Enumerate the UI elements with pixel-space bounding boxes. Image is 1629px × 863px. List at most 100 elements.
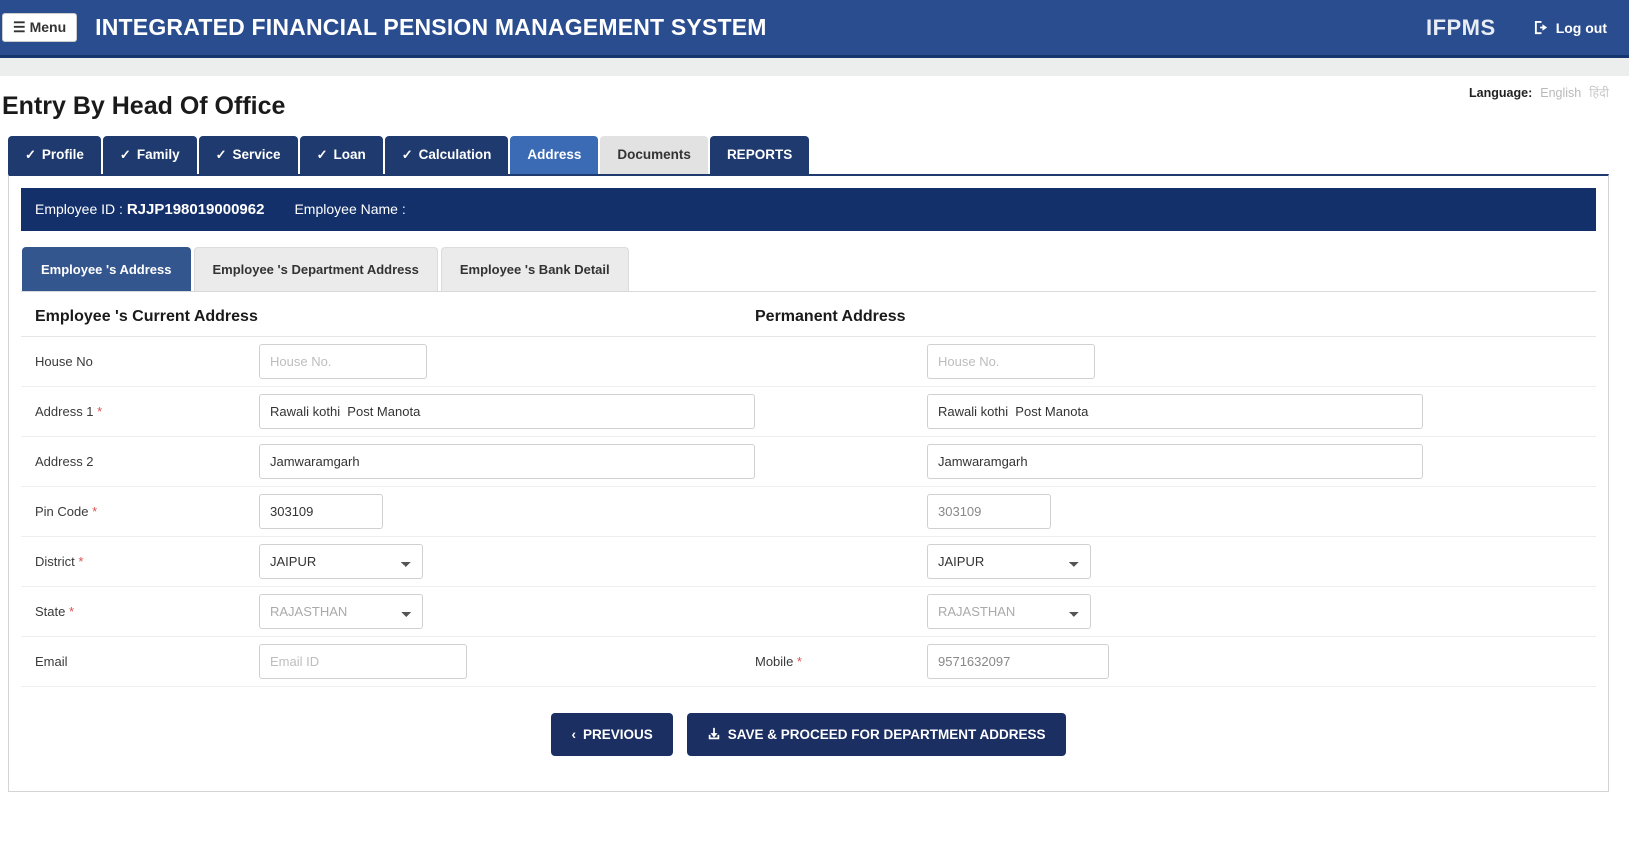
- address-subtab-strip: Employee 's Address Employee 's Departme…: [21, 246, 1596, 292]
- required-asterisk: *: [97, 403, 103, 419]
- required-asterisk: *: [796, 653, 802, 669]
- form-row-state: State * RAJASTHAN RAJASTHAN: [21, 587, 1596, 637]
- form-row-house-no: House No: [21, 337, 1596, 387]
- check-circle-icon: ✓: [316, 147, 328, 163]
- cell-current-state: RAJASTHAN: [259, 593, 755, 629]
- label-house-no: House No: [35, 353, 93, 369]
- label-mobile: Mobile *: [755, 654, 927, 669]
- menu-button[interactable]: ☰ Menu: [2, 13, 78, 42]
- tab-profile[interactable]: ✓ Profile: [8, 136, 101, 174]
- cell-permanent-address2: [927, 443, 1582, 479]
- tab-loan-label: Loan: [333, 147, 366, 162]
- employee-id-label: Employee ID :: [35, 200, 123, 217]
- label-pin-code-text: Pin Code: [35, 503, 89, 519]
- app-title: INTEGRATED FINANCIAL PENSION MANAGEMENT …: [95, 14, 767, 40]
- form-row-address2: Address 2: [21, 437, 1596, 487]
- label-district: District *: [35, 554, 259, 569]
- employee-info-bar: Employee ID : RJJP198019000962 Employee …: [21, 187, 1596, 231]
- label-pin-code: Pin Code *: [35, 504, 259, 519]
- label-email: Email: [35, 653, 68, 669]
- subtab-employee-address[interactable]: Employee 's Address: [22, 246, 191, 291]
- cell-email: [259, 643, 755, 679]
- tab-address[interactable]: Address: [510, 136, 599, 174]
- cell-mobile: [927, 643, 1582, 679]
- permanent-state-select[interactable]: RAJASTHAN: [927, 593, 1091, 629]
- permanent-address2-input[interactable]: [927, 443, 1423, 479]
- required-asterisk: *: [92, 503, 98, 519]
- cell-current-house-no: [259, 343, 755, 379]
- brand-abbreviation: IFPMS: [1425, 14, 1496, 40]
- current-address1-input[interactable]: [259, 393, 755, 429]
- save-and-proceed-label: SAVE & PROCEED FOR DEPARTMENT ADDRESS: [727, 726, 1046, 742]
- cell-current-district: JAIPUR: [259, 543, 755, 579]
- section-headings-row: Employee 's Current Address Permanent Ad…: [21, 292, 1596, 337]
- previous-button[interactable]: ‹ PREVIOUS: [551, 712, 673, 756]
- subtab-bank-detail[interactable]: Employee 's Bank Detail: [440, 246, 629, 291]
- current-district-select[interactable]: JAIPUR: [259, 543, 423, 579]
- mobile-input[interactable]: [927, 643, 1109, 679]
- hamburger-icon: ☰: [13, 19, 26, 35]
- permanent-district-select[interactable]: JAIPUR: [927, 543, 1091, 579]
- form-action-row: ‹ PREVIOUS SAVE & PROCEED FOR DEPARTMENT…: [21, 687, 1596, 756]
- tab-loan[interactable]: ✓ Loan: [299, 136, 383, 174]
- tab-documents-label: Documents: [617, 147, 691, 162]
- required-asterisk: *: [68, 603, 75, 619]
- current-house-no-input[interactable]: [259, 343, 427, 379]
- page-heading-row: Entry By Head Of Office Language: Englis…: [0, 76, 1629, 128]
- permanent-address-heading: Permanent Address: [755, 307, 906, 325]
- language-switcher: Language: English हिंदी: [1469, 84, 1609, 101]
- tab-calculation[interactable]: ✓ Calculation: [384, 136, 509, 174]
- cell-current-pin-code: [259, 493, 755, 529]
- employee-id-value: RJJP198019000962: [126, 200, 265, 218]
- employee-id-group: Employee ID : RJJP198019000962: [35, 201, 264, 218]
- employee-name-group: Employee Name :: [294, 201, 405, 217]
- current-state-select[interactable]: RAJASTHAN: [259, 593, 423, 629]
- header-divider-band: [0, 58, 1629, 76]
- tab-family-label: Family: [136, 147, 180, 162]
- subtab-department-address[interactable]: Employee 's Department Address: [193, 246, 438, 291]
- permanent-pin-code-input[interactable]: [927, 493, 1051, 529]
- cell-permanent-address1: [927, 393, 1582, 429]
- language-option-english[interactable]: English: [1540, 86, 1581, 100]
- label-mobile-text: Mobile: [755, 653, 794, 669]
- label-address1: Address 1 *: [35, 404, 259, 419]
- current-address2-input[interactable]: [259, 443, 755, 479]
- form-row-district: District * JAIPUR JAIPUR: [21, 537, 1596, 587]
- permanent-address1-input[interactable]: [927, 393, 1423, 429]
- tab-reports[interactable]: REPORTS: [709, 136, 810, 174]
- cell-current-address2: [259, 443, 755, 479]
- language-label: Language:: [1469, 86, 1533, 100]
- email-input[interactable]: [259, 643, 467, 679]
- employee-name-label: Employee Name :: [294, 201, 406, 217]
- label-address1-text: Address 1: [35, 403, 94, 419]
- logout-button[interactable]: Log out: [1534, 20, 1607, 36]
- tab-reports-label: REPORTS: [726, 147, 793, 162]
- form-row-pin-code: Pin Code *: [21, 487, 1596, 537]
- cell-current-address1: [259, 393, 755, 429]
- tab-family[interactable]: ✓ Family: [102, 136, 197, 174]
- menu-button-label: Menu: [29, 19, 67, 35]
- check-circle-icon: ✓: [25, 147, 36, 163]
- cell-permanent-state: RAJASTHAN: [927, 593, 1582, 629]
- header-right-group: IFPMS Log out: [1426, 15, 1629, 41]
- top-header-bar: ☰ Menu INTEGRATED FINANCIAL PENSION MANA…: [0, 0, 1629, 58]
- main-tab-strip: ✓ Profile ✓ Family ✓ Service ✓ Loan ✓ Ca…: [0, 136, 1629, 174]
- tab-service[interactable]: ✓ Service: [198, 136, 298, 174]
- save-and-proceed-button[interactable]: SAVE & PROCEED FOR DEPARTMENT ADDRESS: [686, 712, 1066, 756]
- check-circle-icon: ✓: [119, 147, 131, 163]
- current-pin-code-input[interactable]: [259, 493, 383, 529]
- permanent-house-no-input[interactable]: [927, 343, 1095, 379]
- cell-permanent-pin-code: [927, 493, 1582, 529]
- required-asterisk: *: [78, 553, 84, 569]
- tab-profile-label: Profile: [41, 147, 84, 162]
- logout-icon: [1534, 20, 1547, 35]
- save-icon: [708, 727, 719, 740]
- check-circle-icon: ✓: [215, 147, 227, 163]
- language-option-hindi[interactable]: हिंदी: [1589, 84, 1609, 101]
- chevron-left-icon: ‹: [571, 726, 576, 742]
- logout-label: Log out: [1555, 19, 1607, 36]
- label-state-text: State: [35, 603, 66, 619]
- tab-documents[interactable]: Documents: [600, 136, 708, 174]
- cell-permanent-district: JAIPUR: [927, 543, 1582, 579]
- cell-permanent-house-no: [927, 343, 1582, 379]
